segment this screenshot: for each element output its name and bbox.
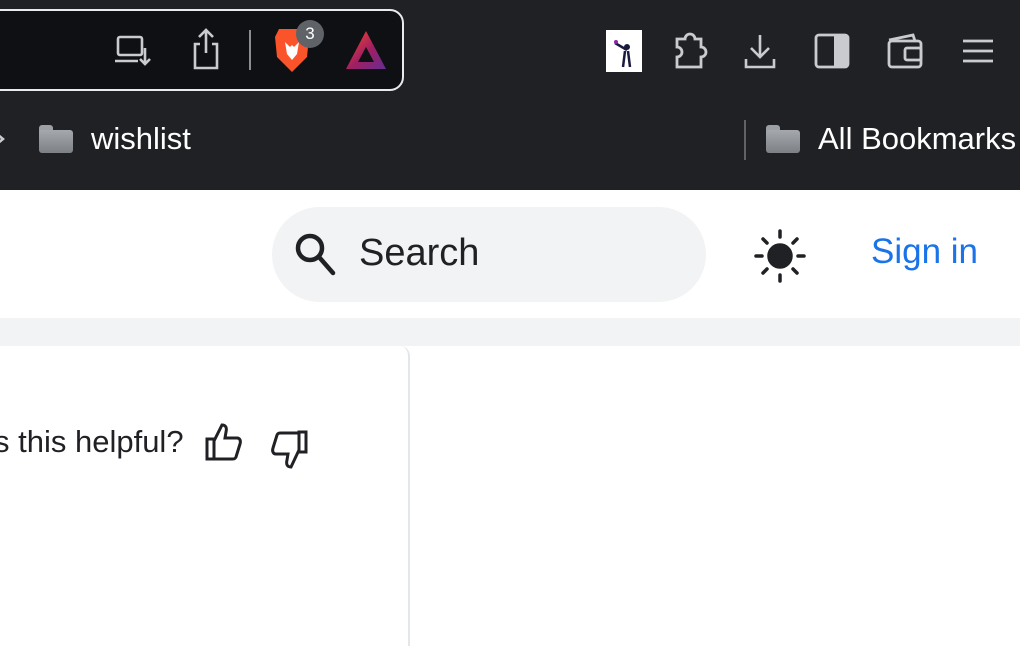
bookmark-label: All Bookmarks [818, 121, 1017, 156]
profile-extension-icon[interactable] [606, 30, 642, 72]
feedback-question: s this helpful? [0, 424, 184, 459]
wallet-icon[interactable] [884, 30, 926, 72]
folder-icon [39, 125, 73, 153]
theme-toggle-icon[interactable] [754, 228, 806, 284]
download-icon[interactable] [741, 30, 779, 72]
bookmark-label: wishlist [91, 121, 191, 156]
bookmark-all-bookmarks[interactable]: All Bookmarks [766, 121, 1016, 157]
browser-toolbar: 3 wishlist All Bookmarks [0, 0, 1020, 190]
toolbar-divider [249, 30, 251, 70]
thumbs-up-icon[interactable] [203, 420, 245, 464]
sign-in-link[interactable]: Sign in [871, 232, 978, 272]
brave-rewards-icon[interactable] [345, 28, 387, 72]
answer-card [0, 346, 410, 646]
content-separator [0, 318, 1020, 346]
search-icon[interactable] [292, 230, 338, 278]
extensions-puzzle-icon[interactable] [670, 28, 712, 72]
sidebar-icon[interactable] [812, 30, 852, 72]
share-icon[interactable] [189, 26, 223, 72]
install-app-icon[interactable] [113, 32, 153, 72]
folder-icon [766, 125, 800, 153]
shields-count-badge: 3 [296, 20, 324, 48]
bookmark-overflow-icon[interactable] [0, 124, 8, 154]
bookmark-wishlist[interactable]: wishlist [39, 121, 191, 157]
bookmarks-divider [744, 120, 746, 160]
thumbs-down-icon[interactable] [268, 428, 310, 472]
search-input[interactable]: Search [359, 232, 479, 275]
menu-icon[interactable] [958, 32, 998, 70]
